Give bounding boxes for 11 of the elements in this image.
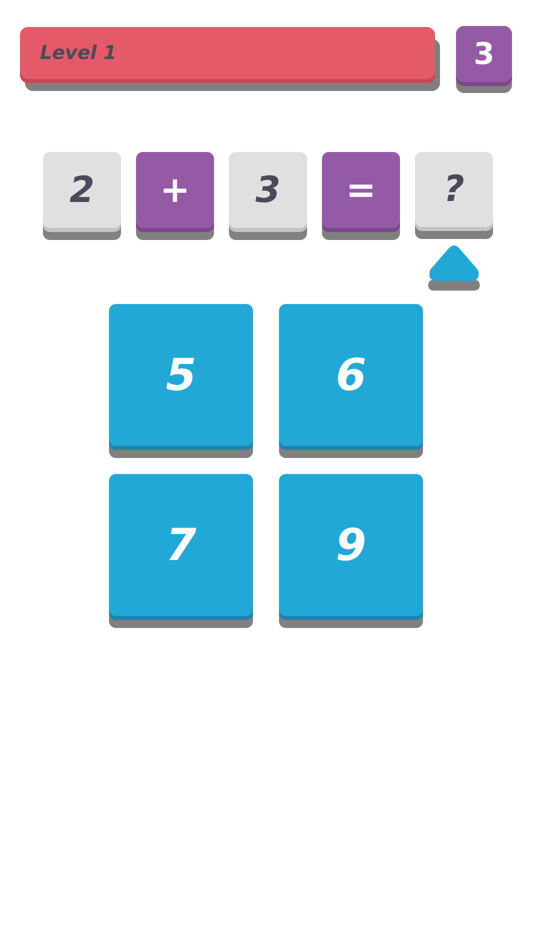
answer-tile[interactable]: 7	[109, 474, 253, 616]
answer-tile[interactable]: 6	[279, 304, 423, 446]
answer-tile[interactable]: 9	[279, 474, 423, 616]
number-tile[interactable]: ?	[415, 152, 493, 228]
level-bar: Level 1	[20, 27, 435, 79]
score-counter: 3	[456, 26, 512, 82]
number-tile[interactable]: 2	[43, 152, 121, 228]
operator-tile[interactable]: +	[136, 152, 214, 228]
operator-tile[interactable]: =	[322, 152, 400, 228]
number-tile[interactable]: 3	[229, 152, 307, 228]
answer-tile[interactable]: 5	[109, 304, 253, 446]
